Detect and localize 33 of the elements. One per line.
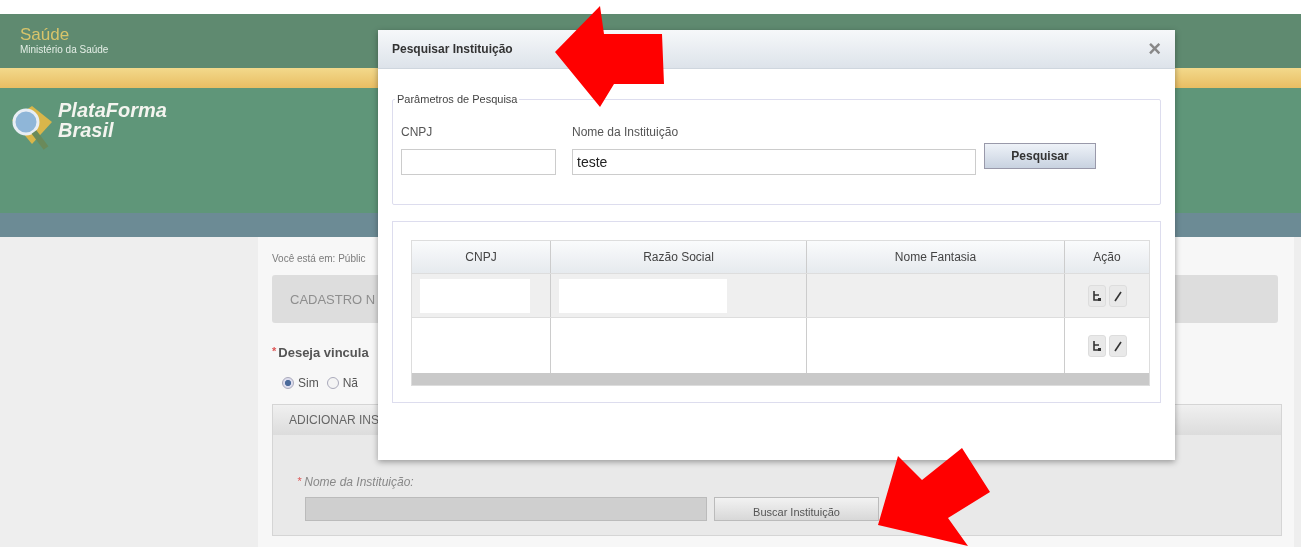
- ministry-name: Ministério da Saúde: [20, 44, 109, 56]
- dialog-title: Pesquisar Instituição: [392, 42, 513, 56]
- radio-icon[interactable]: [282, 377, 294, 389]
- pencil-icon: [1112, 339, 1123, 352]
- logo-text: PlataForma: [58, 100, 167, 120]
- field-label: Nome da Instituição: [572, 125, 680, 139]
- edit-button[interactable]: [1108, 334, 1127, 357]
- radio-icon[interactable]: [326, 377, 339, 389]
- panel-title: ADICIONAR INS: [289, 413, 379, 427]
- hierarchy-icon: [1091, 339, 1102, 352]
- edit-button[interactable]: [1108, 284, 1127, 307]
- search-institution-button[interactable]: Buscar Instituição: [714, 497, 879, 521]
- institution-field[interactable]: [305, 497, 707, 521]
- field-label: Nome da Instituição:: [304, 475, 414, 489]
- search-button[interactable]: Pesquisar: [984, 143, 1096, 169]
- input-field[interactable]: [401, 149, 556, 175]
- radio-option[interactable]: Nã: [326, 376, 358, 390]
- question-label: Deseja vincula: [278, 345, 369, 360]
- hierarchy-button[interactable]: [1087, 284, 1106, 307]
- column-header: Ação: [1092, 249, 1122, 266]
- breadcrumb: Você está em: Públic: [272, 253, 366, 266]
- brand-title: Saúde: [20, 26, 70, 44]
- input-field[interactable]: teste: [572, 149, 976, 175]
- required-mark: *: [297, 475, 302, 489]
- required-mark: *: [272, 345, 277, 359]
- logo-text: Brasil: [58, 120, 115, 140]
- pencil-icon: [1112, 289, 1123, 302]
- hierarchy-button[interactable]: [1087, 334, 1106, 357]
- section-title: CADASTRO N: [290, 291, 376, 307]
- hierarchy-icon: [1091, 289, 1102, 302]
- group-legend: Parâmetros de Pesquisa: [395, 93, 520, 105]
- radio-option[interactable]: Sim: [282, 376, 319, 390]
- field-label: CNPJ: [401, 125, 434, 139]
